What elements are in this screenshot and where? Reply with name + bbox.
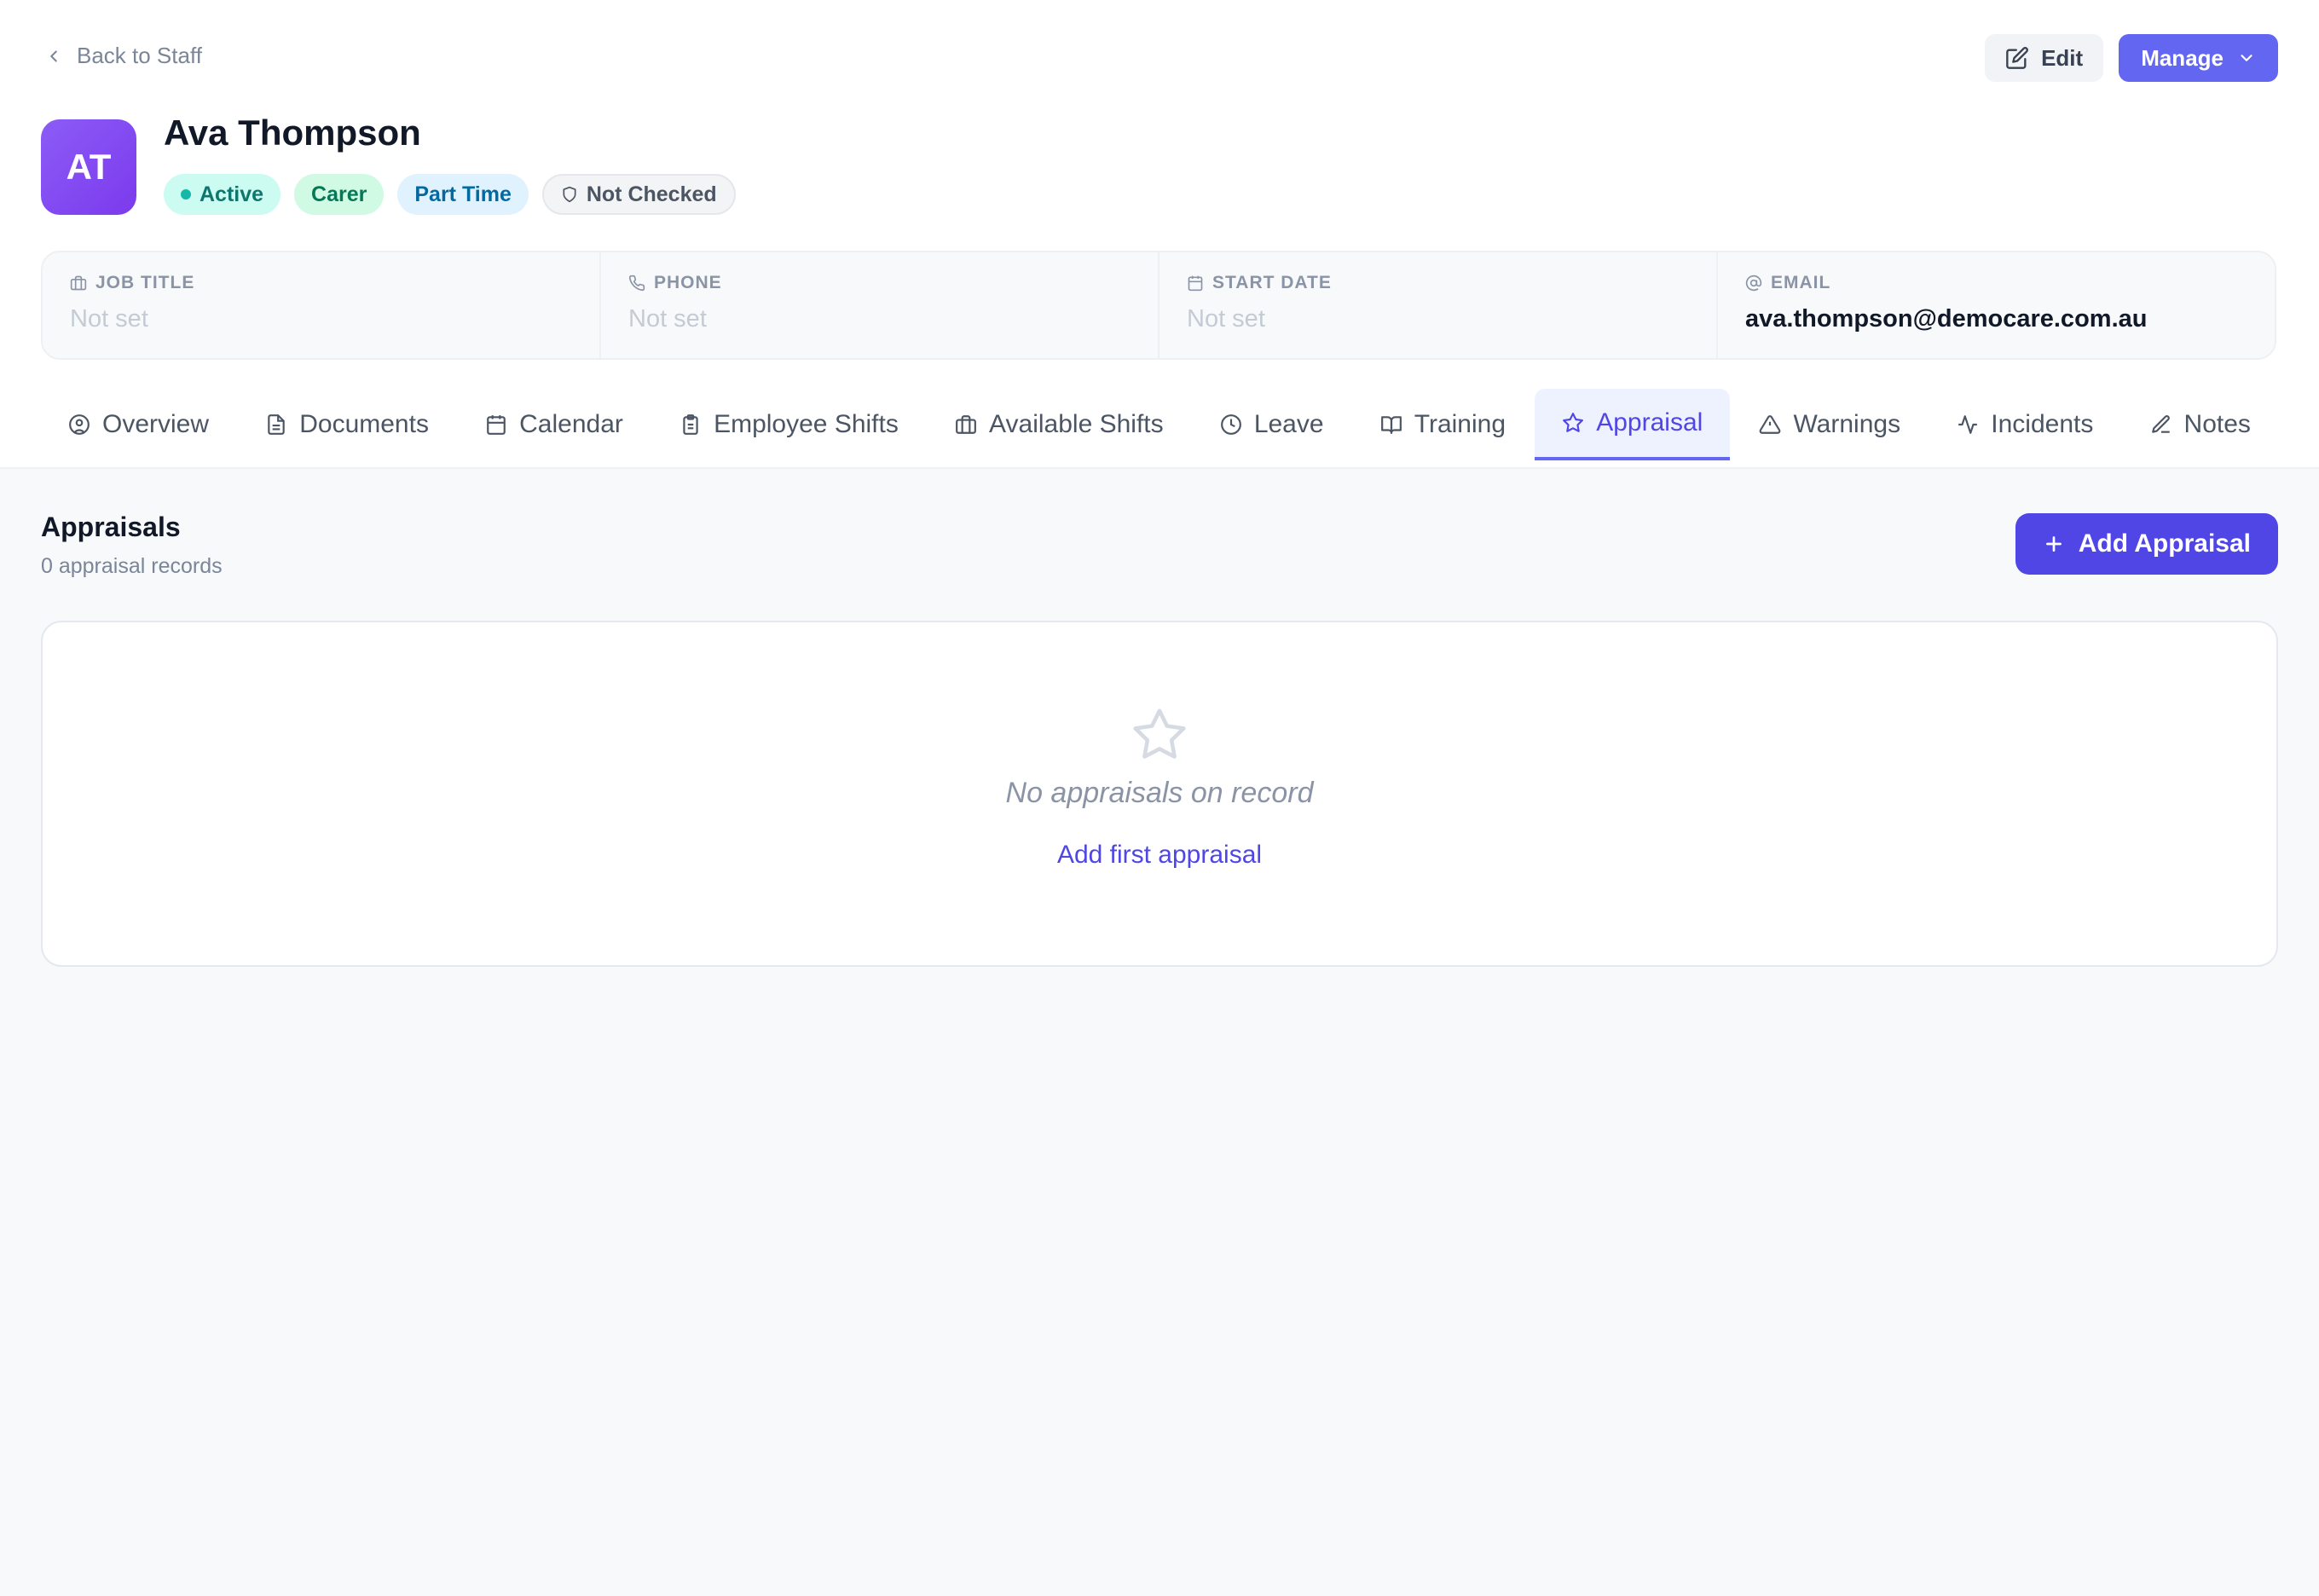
tab-incidents[interactable]: Incidents xyxy=(1929,389,2120,460)
empty-state-card: No appraisals on record Add first apprai… xyxy=(41,621,2278,967)
info-label: EMAIL xyxy=(1745,273,2247,293)
info-start-date: START DATE Not set xyxy=(1160,252,1718,358)
tab-label: Overview xyxy=(102,410,210,438)
shield-icon xyxy=(563,186,576,203)
manage-label: Manage xyxy=(2141,44,2224,71)
tab-label: Calendar xyxy=(519,410,623,438)
info-label: JOB TITLE xyxy=(70,273,572,293)
pencil-icon xyxy=(2151,415,2170,433)
tab-label: Incidents xyxy=(1991,410,2094,438)
section-subtitle: 0 appraisal records xyxy=(41,554,223,578)
clock-icon xyxy=(1220,414,1241,435)
user-circle-icon xyxy=(69,414,90,435)
tab-overview[interactable]: Overview xyxy=(41,389,236,460)
tab-calendar[interactable]: Calendar xyxy=(458,389,651,460)
status-badge-label: Active xyxy=(200,182,264,206)
plus-icon xyxy=(2045,536,2062,552)
tab-label: Leave xyxy=(1253,410,1324,438)
at-sign-icon xyxy=(1745,275,1762,292)
status-badges: Active Carer Part Time Not Checked xyxy=(164,174,736,215)
tab-label: Notes xyxy=(2183,410,2251,438)
profile-tabs: Overview Documents Calendar Employee Shi… xyxy=(41,389,2278,460)
calendar-icon xyxy=(1188,275,1203,292)
info-phone: PHONE Not set xyxy=(601,252,1160,358)
profile-header: Back to Staff Edit Manage AT Ava Thompso… xyxy=(0,0,2319,469)
info-job-title: JOB TITLE Not set xyxy=(43,252,601,358)
calendar-icon xyxy=(487,415,506,435)
tab-training[interactable]: Training xyxy=(1353,389,1533,460)
status-badge-active: Active xyxy=(164,174,281,215)
check-badge-label: Not Checked xyxy=(586,182,717,206)
start-date-value: Not set xyxy=(1187,305,1265,332)
start-date-label: START DATE xyxy=(1212,273,1332,292)
tab-label: Employee Shifts xyxy=(714,410,899,438)
employment-badge-label: Part Time xyxy=(414,182,512,206)
empty-star xyxy=(43,706,2276,768)
edit-label: Edit xyxy=(2041,44,2084,71)
tab-appraisal[interactable]: Appraisal xyxy=(1535,389,1731,460)
tab-label: Available Shifts xyxy=(989,410,1164,438)
add-appraisal-button[interactable]: Add Appraisal xyxy=(2015,513,2278,575)
clipboard-icon xyxy=(683,414,698,435)
status-dot xyxy=(181,189,191,200)
tab-label: Documents xyxy=(299,410,429,438)
phone-label: PHONE xyxy=(654,273,722,292)
role-badge-label: Carer xyxy=(311,182,367,206)
header-actions: Edit Manage xyxy=(1985,34,2278,82)
edit-button[interactable]: Edit xyxy=(1985,34,2104,82)
job-title-value: Not set xyxy=(70,305,148,332)
warning-icon xyxy=(1760,415,1781,434)
info-email: EMAIL ava.thompson@democare.com.au xyxy=(1718,252,2275,358)
tab-notes[interactable]: Notes xyxy=(2123,389,2278,460)
tab-leave[interactable]: Leave xyxy=(1193,389,1351,460)
staff-name: Ava Thompson xyxy=(164,113,421,153)
star-icon xyxy=(1133,708,1186,759)
phone-value: Not set xyxy=(628,305,707,332)
section-title: Appraisals xyxy=(41,512,181,542)
email-value: ava.thompson@democare.com.au xyxy=(1745,305,2148,332)
tab-label: Warnings xyxy=(1793,410,1901,438)
info-label: PHONE xyxy=(628,273,1131,293)
job-title-label: JOB TITLE xyxy=(95,273,195,292)
check-badge: Not Checked xyxy=(541,174,736,215)
back-label: Back to Staff xyxy=(77,43,202,68)
info-label: START DATE xyxy=(1187,273,1689,293)
chevron-left-icon xyxy=(50,49,57,62)
employment-badge: Part Time xyxy=(397,174,529,215)
tab-warnings[interactable]: Warnings xyxy=(1732,389,1928,460)
briefcase-icon xyxy=(70,275,87,291)
empty-message: No appraisals on record xyxy=(1005,777,1314,809)
back-to-staff-link[interactable]: Back to Staff xyxy=(44,43,202,69)
avatar: AT xyxy=(41,119,136,215)
star-icon xyxy=(1563,413,1584,432)
tab-label: Training xyxy=(1414,410,1506,438)
activity-icon xyxy=(1958,415,1978,434)
manage-button[interactable]: Manage xyxy=(2119,34,2278,82)
add-first-appraisal-link[interactable]: Add first appraisal xyxy=(1057,841,1262,870)
role-badge: Carer xyxy=(294,174,385,215)
tab-label: Appraisal xyxy=(1596,408,1703,437)
chevron-down-icon xyxy=(2241,55,2252,61)
tab-available-shifts[interactable]: Available Shifts xyxy=(928,389,1191,460)
tab-documents[interactable]: Documents xyxy=(238,389,456,460)
email-label: EMAIL xyxy=(1771,273,1831,292)
briefcase-icon xyxy=(956,415,976,434)
add-appraisal-label: Add Appraisal xyxy=(2078,529,2251,558)
edit-icon xyxy=(2006,47,2028,69)
tab-employee-shifts[interactable]: Employee Shifts xyxy=(652,389,926,460)
phone-icon xyxy=(628,275,645,292)
info-bar: JOB TITLE Not set PHONE Not set START DA… xyxy=(41,251,2276,360)
book-icon xyxy=(1380,416,1402,434)
document-icon xyxy=(268,414,285,435)
